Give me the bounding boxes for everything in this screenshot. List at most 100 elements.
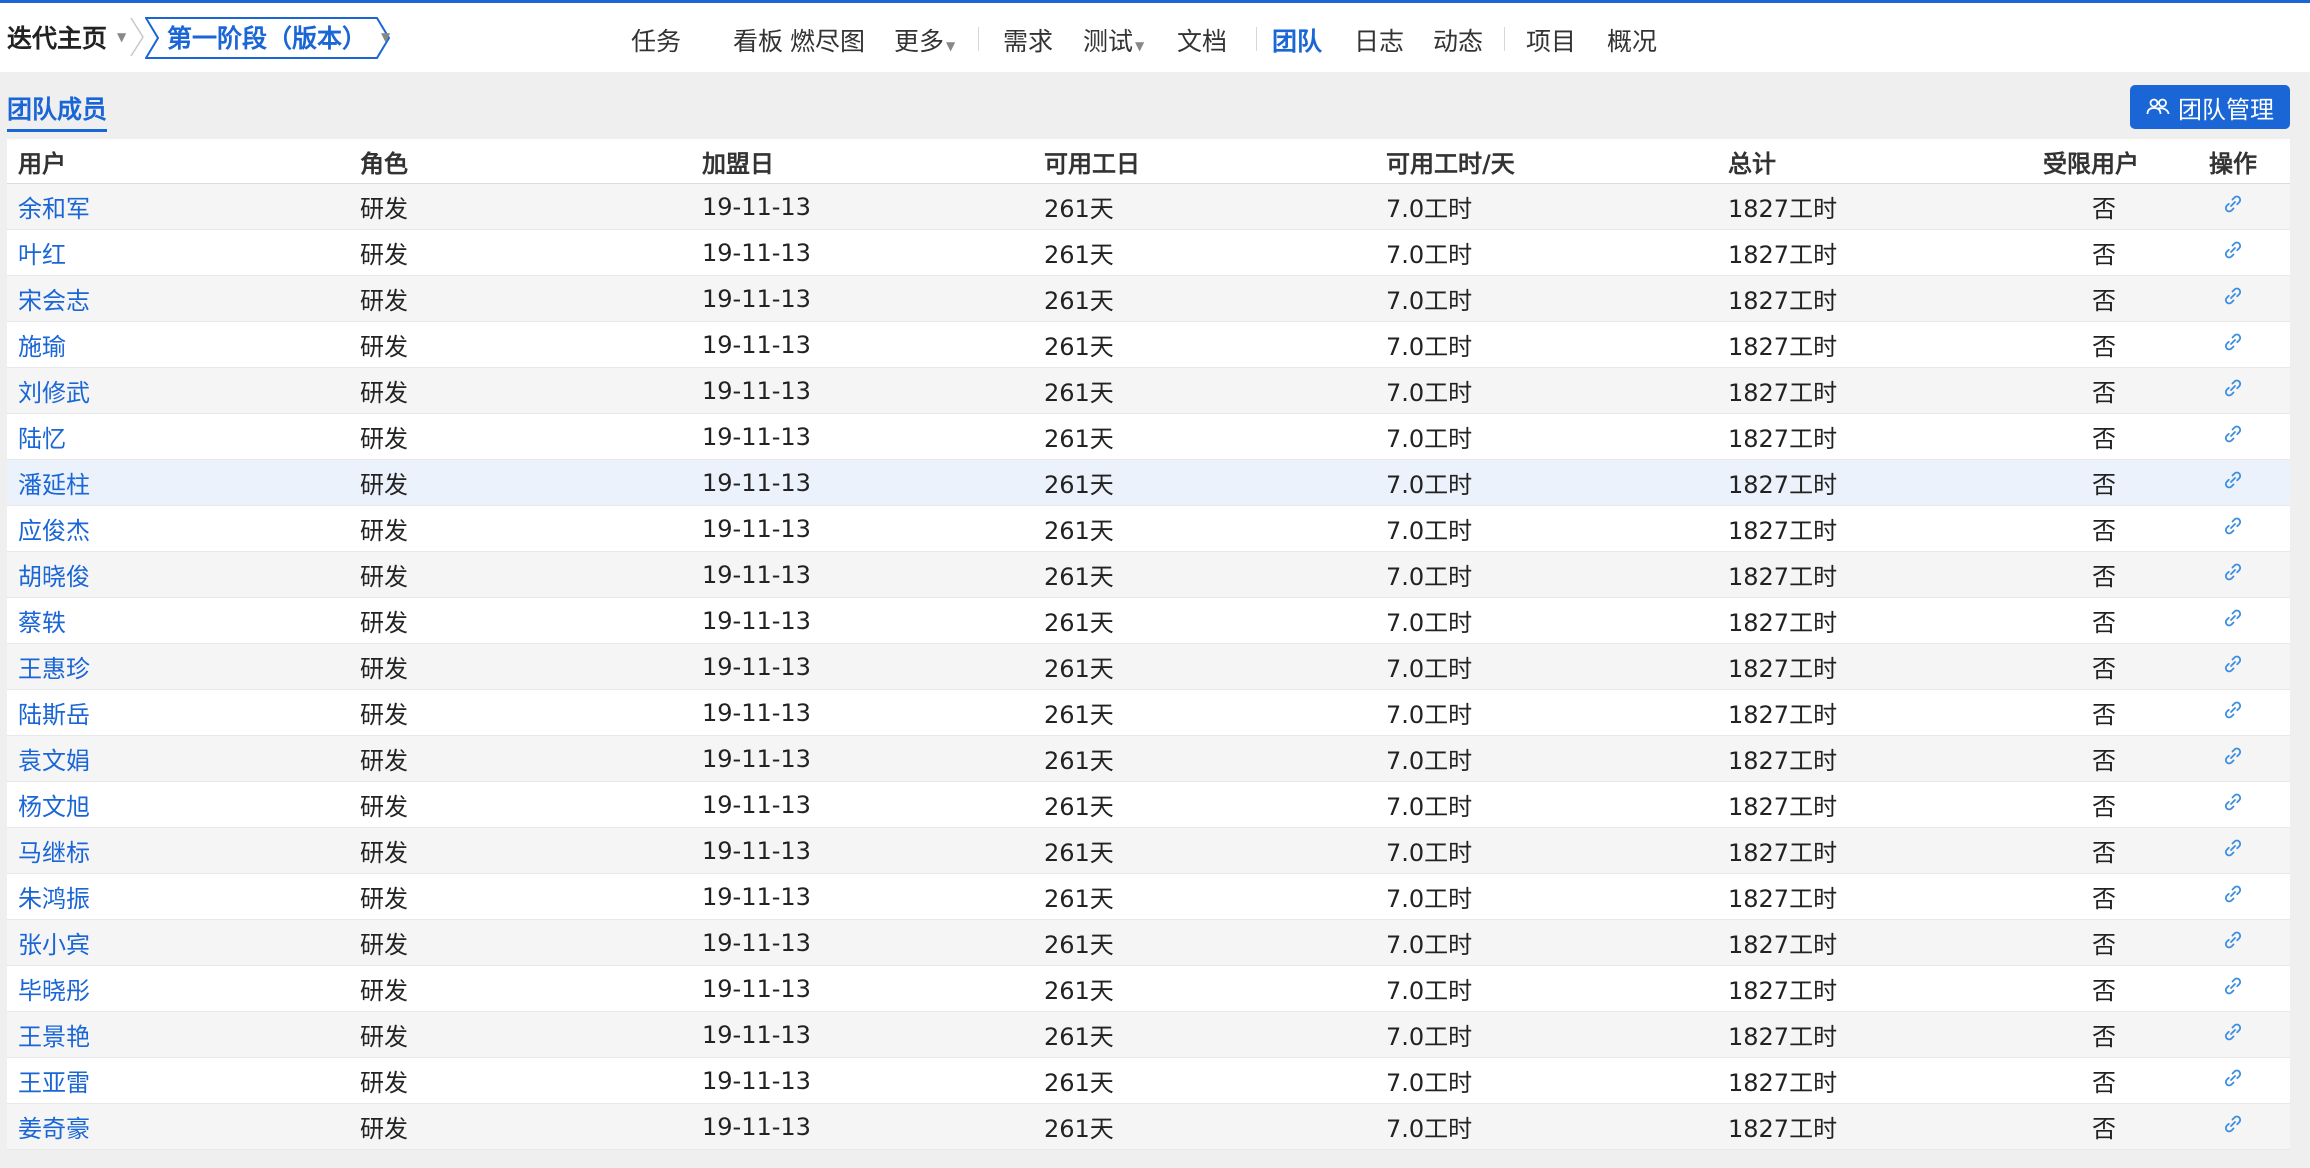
user-cell[interactable]: 刘修武 — [7, 367, 349, 414]
total-cell: 1827工时 — [1717, 275, 2032, 322]
hours-per-day-cell: 7.0工时 — [1375, 827, 1717, 874]
user-cell[interactable]: 王亚雷 — [7, 1057, 349, 1104]
user-cell[interactable]: 叶红 — [7, 229, 349, 276]
join-date-cell: 19-11-13 — [691, 183, 1033, 230]
link-icon[interactable] — [2222, 929, 2244, 957]
join-date-cell: 19-11-13 — [691, 1011, 1033, 1058]
link-icon[interactable] — [2222, 883, 2244, 911]
hours-per-day-cell: 7.0工时 — [1375, 1057, 1717, 1104]
nav-item-log[interactable]: 日志 — [1354, 22, 1404, 58]
role-cell: 研发 — [349, 367, 691, 414]
top-navigation-bar: 迭代主页 ▼ 第一阶段（版本） ▼ 任务 看板 燃尽图 更多 ▼ 需求 测试 ▼ 文档 团队 日志动… — [0, 0, 2310, 72]
role-cell: 研发 — [349, 689, 691, 736]
link-icon[interactable] — [2222, 515, 2244, 543]
column-header-hours-per-day[interactable]: 可用工时/天 — [1375, 139, 1717, 184]
nav-item-testing[interactable]: 测试 ▼ — [1083, 22, 1144, 58]
nav-item-burndown[interactable]: 燃尽图 — [790, 22, 865, 58]
hours-per-day-cell: 7.0工时 — [1375, 551, 1717, 598]
nav-item-overview[interactable]: 概况 — [1607, 22, 1657, 58]
nav-item-kanban[interactable]: 看板 — [733, 22, 783, 58]
user-cell[interactable]: 蔡轶 — [7, 597, 349, 644]
work-days-cell: 261天 — [1033, 505, 1375, 552]
user-cell[interactable]: 马继标 — [7, 827, 349, 874]
link-icon[interactable] — [2222, 193, 2244, 221]
link-icon[interactable] — [2222, 791, 2244, 819]
nav-divider — [978, 27, 979, 51]
section-title[interactable]: 团队成员 — [7, 90, 108, 132]
user-cell[interactable]: 袁文娟 — [7, 735, 349, 782]
nav-item-docs[interactable]: 文档 — [1177, 22, 1227, 58]
nav-item-tasks[interactable]: 任务 — [631, 22, 681, 58]
hours-per-day-cell: 7.0工时 — [1375, 735, 1717, 782]
column-header-restricted[interactable]: 受限用户 — [2032, 139, 2176, 184]
link-icon[interactable] — [2222, 469, 2244, 497]
hours-per-day-cell: 7.0工时 — [1375, 597, 1717, 644]
actions-cell — [2176, 551, 2290, 598]
user-cell[interactable]: 陆斯岳 — [7, 689, 349, 736]
user-cell[interactable]: 毕晓彤 — [7, 965, 349, 1012]
user-cell[interactable]: 杨文旭 — [7, 781, 349, 828]
column-header-work-days[interactable]: 可用工日 — [1033, 139, 1375, 184]
hours-per-day-cell: 7.0工时 — [1375, 229, 1717, 276]
nav-item-activity[interactable]: 动态 — [1433, 22, 1483, 58]
total-cell: 1827工时 — [1717, 919, 2032, 966]
user-cell[interactable]: 施瑜 — [7, 321, 349, 368]
nav-item-requirements[interactable]: 需求 — [1003, 22, 1053, 58]
column-header-role[interactable]: 角色 — [349, 139, 691, 184]
link-icon[interactable] — [2222, 607, 2244, 635]
nav-item-label: 项目 — [1526, 27, 1577, 56]
table-row: 胡晓俊 研发 19-11-13 261天 7.0工时 1827工时否 — [7, 551, 2290, 598]
nav-item-team[interactable]: 团队 — [1272, 22, 1322, 58]
nav-item-more[interactable]: 更多 ▼ — [894, 22, 955, 58]
nav-item-label: 动态 — [1433, 27, 1484, 56]
user-cell[interactable]: 余和军 — [7, 183, 349, 230]
link-icon[interactable] — [2222, 1067, 2244, 1095]
user-cell[interactable]: 张小宾 — [7, 919, 349, 966]
role-cell: 研发 — [349, 597, 691, 644]
link-icon[interactable] — [2222, 377, 2244, 405]
table-row: 叶红 研发 19-11-13 261天 7.0工时 1827工时否 — [7, 229, 2290, 276]
join-date-cell: 19-11-13 — [691, 413, 1033, 460]
team-icon — [2146, 98, 2170, 115]
link-icon[interactable] — [2222, 837, 2244, 865]
total-cell: 1827工时 — [1717, 1011, 2032, 1058]
link-icon[interactable] — [2222, 975, 2244, 1003]
link-icon[interactable] — [2222, 331, 2244, 359]
total-cell: 1827工时 — [1717, 643, 2032, 690]
restricted-cell: 否 — [2032, 183, 2176, 230]
work-days-cell: 261天 — [1033, 873, 1375, 920]
team-manage-button[interactable]: 团队管理 — [2130, 85, 2290, 129]
link-icon[interactable] — [2222, 1021, 2244, 1049]
column-header-user[interactable]: 用户 — [7, 139, 349, 184]
actions-cell — [2176, 965, 2290, 1012]
link-icon[interactable] — [2222, 239, 2244, 267]
user-cell[interactable]: 胡晓俊 — [7, 551, 349, 598]
user-cell[interactable]: 王惠珍 — [7, 643, 349, 690]
link-icon[interactable] — [2222, 285, 2244, 313]
link-icon[interactable] — [2222, 653, 2244, 681]
total-cell: 1827工时 — [1717, 321, 2032, 368]
user-cell[interactable]: 姜奇豪 — [7, 1103, 349, 1150]
role-cell: 研发 — [349, 1011, 691, 1058]
table-row: 王惠珍 研发 19-11-13 261天 7.0工时 1827工时否 — [7, 643, 2290, 690]
link-icon[interactable] — [2222, 561, 2244, 589]
join-date-cell: 19-11-13 — [691, 643, 1033, 690]
link-icon[interactable] — [2222, 745, 2244, 773]
nav-item-project[interactable]: 项目 — [1526, 22, 1576, 58]
link-icon[interactable] — [2222, 699, 2244, 727]
user-cell[interactable]: 潘延柱 — [7, 459, 349, 506]
column-header-join-date[interactable]: 加盟日 — [691, 139, 1033, 184]
table-row: 余和军 研发 19-11-13 261天 7.0工时 1827工时否 — [7, 183, 2290, 230]
actions-cell — [2176, 1103, 2290, 1150]
column-header-total[interactable]: 总计 — [1717, 139, 2032, 184]
actions-cell — [2176, 781, 2290, 828]
link-icon[interactable] — [2222, 1113, 2244, 1141]
user-cell[interactable]: 陆忆 — [7, 413, 349, 460]
user-cell[interactable]: 宋会志 — [7, 275, 349, 322]
link-icon[interactable] — [2222, 423, 2244, 451]
user-cell[interactable]: 朱鸿振 — [7, 873, 349, 920]
user-cell[interactable]: 王景艳 — [7, 1011, 349, 1058]
total-cell: 1827工时 — [1717, 459, 2032, 506]
restricted-cell: 否 — [2032, 965, 2176, 1012]
user-cell[interactable]: 应俊杰 — [7, 505, 349, 552]
